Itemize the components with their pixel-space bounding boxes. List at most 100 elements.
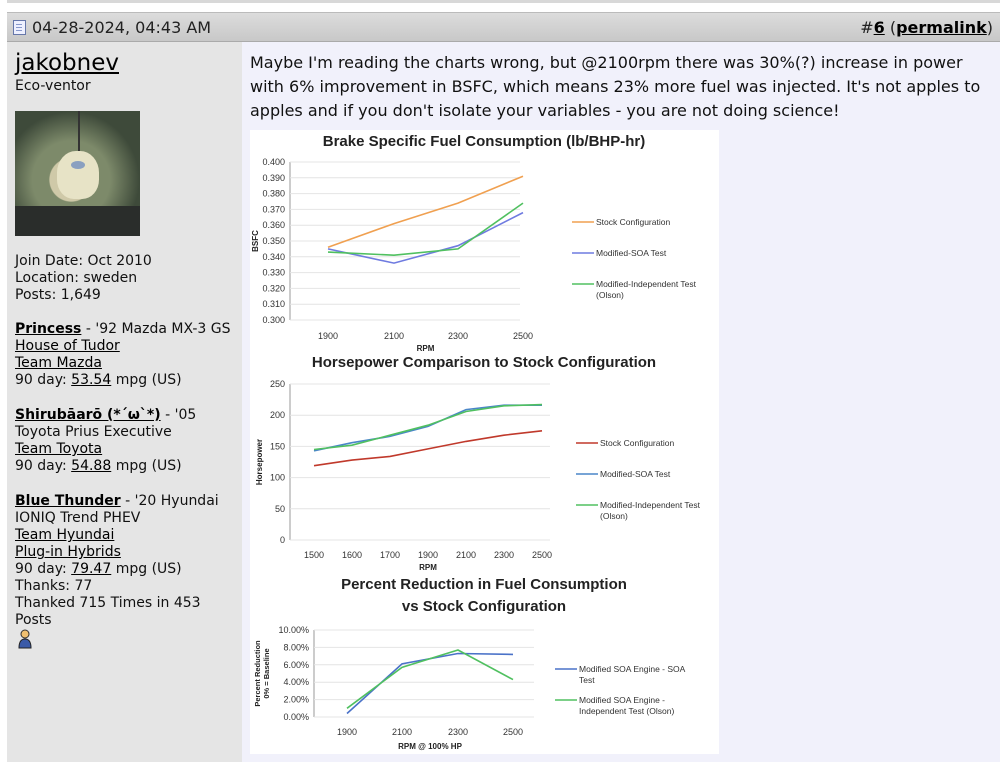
car-2-desc: - '05: [160, 407, 197, 423]
chart-3-y-tick: 2.00%: [283, 695, 309, 705]
username-link[interactable]: jakobnev: [15, 50, 119, 76]
chart-1-x-title: RPM: [417, 344, 435, 353]
post-header: 04-28-2024, 04:43 AM #6 (permalink): [7, 12, 1000, 42]
chart-2-x-tick: 1500: [304, 550, 324, 560]
chart-1-y-tick: 0.310: [262, 299, 285, 309]
car-1-link[interactable]: Princess: [15, 321, 81, 337]
chart-1-x-tick: 2500: [513, 331, 533, 341]
top-divider: [7, 0, 1000, 3]
chart-2-y-tick: 200: [270, 410, 285, 420]
chart-3-legend-label-2-cont: Independent Test (Olson): [579, 706, 674, 716]
chart-3-x-tick: 2100: [392, 727, 412, 737]
chart-2-legend-label-3-cont: (Olson): [600, 511, 628, 521]
chart-2-y-tick: 100: [270, 473, 285, 483]
post-number-link[interactable]: 6: [874, 18, 885, 37]
chart-2-x-tick: 2500: [532, 550, 552, 560]
chart-3-y-tick: 0.00%: [283, 712, 309, 722]
chart-2-x-tick: 1700: [380, 550, 400, 560]
chart-3-x-tick: 2300: [448, 727, 468, 737]
post-date: 04-28-2024, 04:43 AM: [13, 18, 211, 37]
chart-1-legend-label-1: Stock Configuration: [596, 217, 670, 227]
chart-1-y-tick: 0.370: [262, 204, 285, 214]
post-content: Maybe I'm reading the charts wrong, but …: [242, 42, 1000, 762]
avatar[interactable]: [15, 111, 140, 236]
chart-1-legend-label-3-cont: (Olson): [596, 290, 624, 300]
user-sidebar: jakobnev Eco-ventor Join Date: Oct 2010 …: [7, 42, 242, 762]
chart-3-legend-label-1: Modified SOA Engine - SOA: [579, 664, 686, 674]
chart-1-y-title: BSFC: [251, 230, 260, 252]
chart-3-x-tick: 2500: [503, 727, 523, 737]
post-message: Maybe I'm reading the charts wrong, but …: [250, 53, 981, 120]
chart-3-legend-label-1-cont: Test: [579, 675, 595, 685]
car-3-link[interactable]: Blue Thunder: [15, 493, 121, 509]
chart-1-y-tick: 0.360: [262, 220, 285, 230]
chart-2-title: Horsepower Comparison to Stock Configura…: [312, 354, 656, 371]
car-2-mpg-link[interactable]: 54.88: [71, 458, 111, 474]
chart-1-x-tick: 1900: [318, 331, 338, 341]
chart-1-series-2-line: [327, 211, 524, 264]
car-3-model: IONIQ Trend PHEV: [15, 510, 141, 526]
car-1-mpg-prefix: 90 day:: [15, 372, 72, 388]
chart-3-y-tick: 6.00%: [283, 660, 309, 670]
car-1-team-link[interactable]: Team Mazda: [15, 355, 102, 371]
car-3-team-link[interactable]: Team Hyundai: [15, 527, 114, 543]
chart-1-y-tick: 0.330: [262, 268, 285, 278]
chart-3-y-tick: 10.00%: [278, 625, 309, 635]
charts-svg: Brake Specific Fuel Consumption (lb/BHP-…: [251, 133, 701, 751]
location: Location: sweden: [15, 270, 138, 286]
chart-2-x-tick: 2100: [456, 550, 476, 560]
chart-1-y-tick: 0.380: [262, 189, 285, 199]
chart-3-subtitle: vs Stock Configuration: [402, 598, 566, 615]
chart-2-y-tick: 50: [275, 504, 285, 514]
car-3-mpg-link[interactable]: 79.47: [71, 561, 111, 577]
car-2-model: Toyota Prius Executive: [15, 424, 172, 440]
attached-chart-image: Brake Specific Fuel Consumption (lb/BHP-…: [250, 130, 719, 754]
chart-2-x-tick: 1900: [418, 550, 438, 560]
chart-1-y-tick: 0.390: [262, 173, 285, 183]
car-2-link[interactable]: Shirubāarō (*´ω`*): [15, 407, 161, 423]
chart-2-y-tick: 0: [280, 535, 285, 545]
chart-1-x-tick: 2300: [448, 331, 468, 341]
chart-2-legend-label-1: Stock Configuration: [600, 438, 674, 448]
car-1-mpg-suffix: mpg (US): [111, 372, 182, 388]
chart-2-x-tick: 2300: [494, 550, 514, 560]
chart-1-legend-label-3: Modified-Independent Test: [596, 279, 697, 289]
car-1-mpg-link[interactable]: 53.54: [71, 372, 111, 388]
chart-1-title: Brake Specific Fuel Consumption (lb/BHP-…: [323, 133, 646, 150]
chart-1-x-tick: 2100: [384, 331, 404, 341]
chart-1-y-tick: 0.300: [262, 315, 285, 325]
chart-2-legend-label-3: Modified-Independent Test: [600, 500, 701, 510]
car-3-desc: - '20 Hyundai: [120, 493, 219, 509]
chart-3-y-title: Percent Reduction: [253, 640, 262, 707]
chart-3-x-title: RPM @ 100% HP: [398, 742, 462, 751]
garage-car-2: Shirubāarō (*´ω`*) - '05 Toyota Prius Ex…: [15, 407, 240, 475]
chart-3-y-tick: 4.00%: [283, 677, 309, 687]
chart-2-y-tick: 250: [270, 379, 285, 389]
post-count: Posts: 1,649: [15, 287, 101, 303]
chart-1-y-tick: 0.400: [262, 157, 285, 167]
car-2-team-link[interactable]: Team Toyota: [15, 441, 102, 457]
chart-2-series-1-line: [313, 430, 543, 467]
chart-1-legend-label-2: Modified-SOA Test: [596, 248, 667, 258]
thanked-count: Thanked 715 Times in 453 Posts: [15, 595, 201, 628]
post-icon: [13, 20, 26, 35]
chart-1-series-3-line: [327, 202, 524, 257]
chart-3-y-tick: 8.00%: [283, 642, 309, 652]
chart-3-legend-label-2: Modified SOA Engine -: [579, 695, 665, 705]
car-3-team2-link[interactable]: Plug-in Hybrids: [15, 544, 121, 560]
user-title: Eco-ventor: [15, 78, 91, 94]
permalink-link[interactable]: permalink: [896, 18, 987, 37]
garage-car-3: Blue Thunder - '20 Hyundai IONIQ Trend P…: [15, 493, 240, 629]
chart-2-y-tick: 150: [270, 441, 285, 451]
chart-2-x-tick: 1600: [342, 550, 362, 560]
user-online-icon: [18, 629, 32, 649]
chart-3-title: Percent Reduction in Fuel Consumption: [341, 576, 627, 593]
chart-1-y-tick: 0.340: [262, 252, 285, 262]
chart-3-series-1-line: [346, 652, 514, 715]
car-2-mpg-prefix: 90 day:: [15, 458, 72, 474]
chart-2-x-title: RPM: [419, 563, 437, 572]
chart-1-series-1-line: [327, 175, 524, 249]
chart-2-legend-label-2: Modified-SOA Test: [600, 469, 671, 479]
car-1-group-link[interactable]: House of Tudor: [15, 338, 120, 354]
post-date-text: 04-28-2024, 04:43 AM: [32, 18, 212, 37]
